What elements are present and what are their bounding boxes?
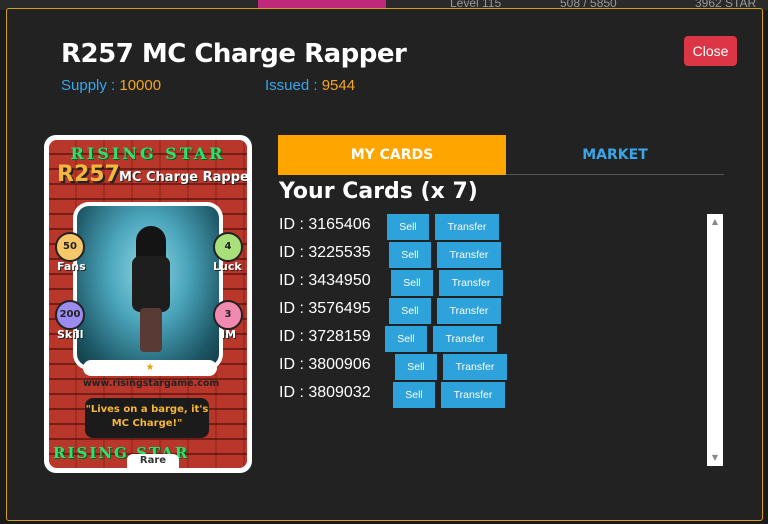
luck-value: 4	[224, 241, 232, 252]
card-code: R257	[57, 162, 120, 187]
supply-info: Supply : 10000	[61, 77, 161, 94]
close-button[interactable]: Close	[684, 36, 737, 66]
card-id: ID : 3809032	[279, 384, 371, 401]
card-brand-logo: RISING STAR	[70, 144, 226, 163]
card-face: RISING STAR R257 MC Charge Rapper 50 Fan…	[49, 140, 247, 468]
star-icon: ★	[145, 362, 155, 373]
sell-button[interactable]: Sell	[395, 354, 437, 380]
card-header: R257 MC Charge Rapper	[53, 162, 247, 190]
scroll-up-icon[interactable]: ▲	[707, 216, 723, 228]
card-id: ID : 3225535	[279, 244, 371, 261]
card-id: ID : 3165406	[279, 216, 371, 233]
sell-button[interactable]: Sell	[385, 326, 427, 352]
transfer-button[interactable]: Transfer	[441, 382, 505, 408]
fans-stat-badge: 50	[55, 232, 85, 262]
card-artwork	[77, 206, 219, 366]
skill-label: Skill	[57, 328, 84, 341]
im-value: 3	[224, 309, 232, 320]
issued-info: Issued : 9544	[265, 77, 355, 94]
issued-value: 9544	[321, 77, 356, 94]
rapper-figure	[132, 226, 170, 356]
card-rarity: Rare	[127, 454, 179, 468]
transfer-button[interactable]: Transfer	[433, 326, 497, 352]
owned-cards-list: ID : 3165406 Sell Transfer ID : 3225535 …	[279, 214, 699, 464]
card-id: ID : 3728159	[279, 328, 371, 345]
supply-value: 10000	[119, 77, 162, 94]
sell-button[interactable]: Sell	[393, 382, 435, 408]
luck-stat-badge: 4	[213, 232, 243, 262]
supply-label: Supply :	[61, 77, 116, 94]
transfer-button[interactable]: Transfer	[435, 214, 499, 240]
card-url: www.risingstargame.com	[83, 378, 220, 389]
sell-button[interactable]: Sell	[389, 242, 431, 268]
issued-label: Issued :	[265, 77, 318, 94]
card-url-bar: ★ www.risingstargame.com	[83, 360, 219, 389]
card-image: RISING STAR R257 MC Charge Rapper 50 Fan…	[44, 135, 252, 473]
scroll-down-icon[interactable]: ▼	[707, 452, 723, 464]
modal-title: R257 MC Charge Rapper	[61, 39, 407, 69]
transfer-button[interactable]: Transfer	[443, 354, 507, 380]
your-cards-heading: Your Cards (x 7)	[279, 179, 478, 204]
card-detail-modal: R257 MC Charge Rapper Supply : 10000 Iss…	[6, 8, 763, 521]
fans-label: Fans	[57, 260, 86, 273]
card-name: MC Charge Rapper	[119, 170, 247, 185]
im-stat-badge: 3	[213, 300, 243, 330]
transfer-button[interactable]: Transfer	[437, 298, 501, 324]
sell-button[interactable]: Sell	[389, 298, 431, 324]
skill-value: 200	[59, 309, 81, 320]
card-id: ID : 3576495	[279, 300, 371, 317]
tab-my-cards[interactable]: MY CARDS	[278, 135, 506, 175]
luck-label: Luck	[213, 260, 242, 273]
tab-bar: MY CARDS MARKET	[278, 135, 724, 175]
card-id: ID : 3800906	[279, 356, 371, 373]
sell-button[interactable]: Sell	[391, 270, 433, 296]
skill-stat-badge: 200	[55, 300, 85, 330]
transfer-button[interactable]: Transfer	[437, 242, 501, 268]
tab-market[interactable]: MARKET	[506, 135, 724, 175]
im-label: IM	[221, 328, 237, 341]
card-id: ID : 3434950	[279, 272, 371, 289]
sell-button[interactable]: Sell	[387, 214, 429, 240]
fans-value: 50	[63, 241, 77, 252]
card-art-frame	[73, 202, 223, 370]
card-quote: "Lives on a barge, it's MC Charge!"	[85, 398, 209, 438]
transfer-button[interactable]: Transfer	[439, 270, 503, 296]
list-scrollbar[interactable]: ▲ ▼	[707, 214, 723, 466]
